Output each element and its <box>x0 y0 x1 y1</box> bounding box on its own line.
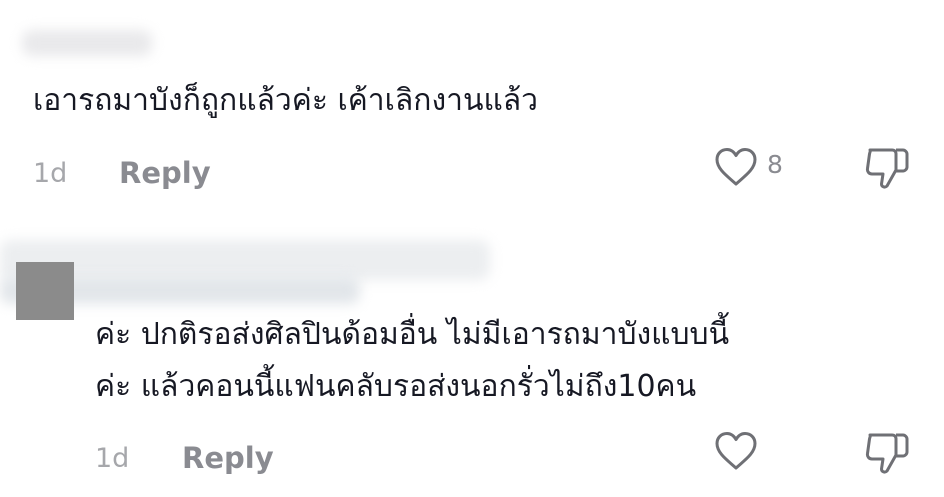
comment-text-line-2: ค่ะ แล้วคอนนี้แฟนคลับรอส่งนอกรั่วไม่ถึง1… <box>95 369 697 404</box>
like-count: 8 <box>767 150 783 179</box>
thumbs-down-icon[interactable] <box>862 145 912 191</box>
avatar[interactable] <box>16 262 74 320</box>
heart-icon[interactable] <box>713 146 759 188</box>
reply-button[interactable]: Reply <box>119 156 211 190</box>
heart-icon[interactable] <box>713 430 759 472</box>
comment-timestamp: 1d <box>95 443 130 474</box>
comment-text: เอารถมาบังก็ถูกแล้วค่ะ เค้าเลิกงานแล้ว <box>33 83 539 118</box>
reply-button[interactable]: Reply <box>182 441 274 475</box>
thumbs-down-icon[interactable] <box>862 430 912 476</box>
comment-timestamp: 1d <box>33 158 68 189</box>
comment-text-line-1: ค่ะ ปกติรอส่งศิลปินด้อมอื่น ไม่มีเอารถมา… <box>95 317 730 352</box>
username-blurred <box>22 30 152 56</box>
